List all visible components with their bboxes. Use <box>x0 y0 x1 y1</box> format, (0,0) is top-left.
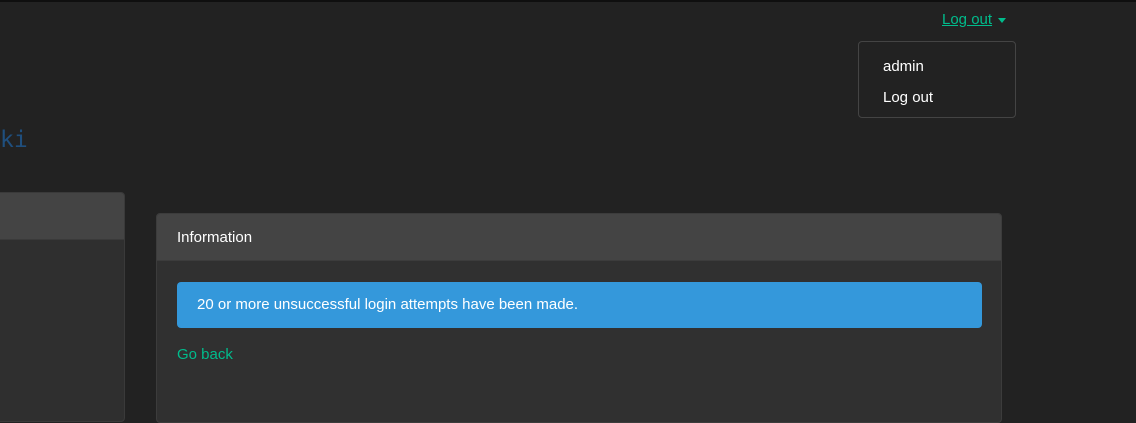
user-dropdown-menu: admin Log out <box>858 41 1016 118</box>
dropdown-item-logout[interactable]: Log out <box>859 87 1015 118</box>
logo-line-1: ki <box>0 127 28 153</box>
chevron-down-icon <box>998 17 1007 23</box>
go-back-link[interactable]: Go back <box>177 346 233 363</box>
dropdown-item-admin[interactable]: admin <box>859 56 1015 87</box>
information-card: Information 20 or more unsuccessful logi… <box>156 213 1002 423</box>
info-alert: 20 or more unsuccessful login attempts h… <box>177 282 982 328</box>
card-title: Information <box>157 214 1001 261</box>
sidebar-card-header <box>0 193 124 240</box>
user-menu-toggle[interactable]: Log out <box>942 11 1007 28</box>
sidebar-card <box>0 192 125 422</box>
top-border <box>0 0 1136 2</box>
user-menu-label: Log out <box>942 11 993 28</box>
